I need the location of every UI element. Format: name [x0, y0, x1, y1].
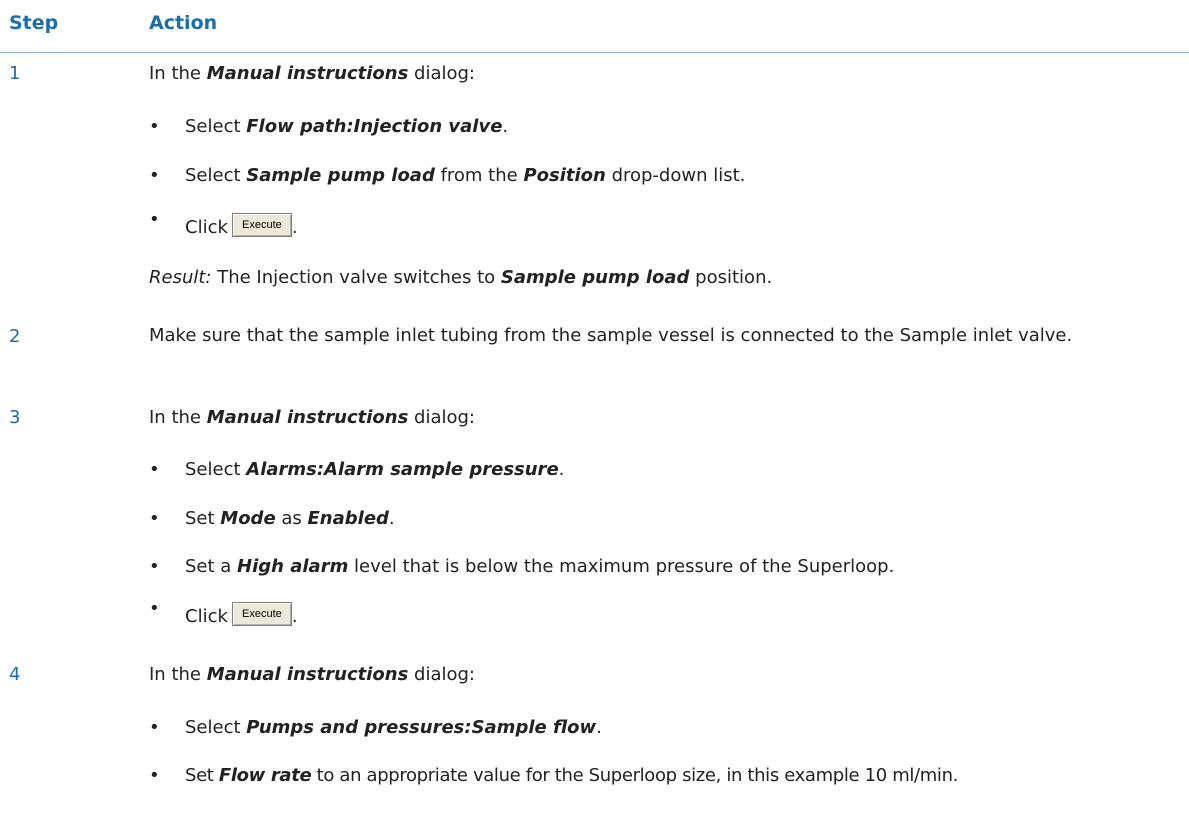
execute-button[interactable]: Execute [231, 602, 292, 626]
step-2-number: 2 [9, 326, 21, 347]
step-1-number: 1 [9, 63, 21, 84]
step-3-number: 3 [9, 407, 21, 428]
action-column-header: Action [149, 12, 218, 34]
step-1-result: Result: The Injection valve switches to … [149, 267, 773, 288]
table-header: Step Action [0, 0, 1189, 53]
step-4-intro: In the Manual instructions dialog: [149, 664, 475, 685]
step-3-intro: In the Manual instructions dialog: [149, 407, 475, 428]
step-2-text: Make sure that the sample inlet tubing f… [149, 325, 1073, 346]
step-4-number: 4 [9, 664, 21, 685]
step-column-header: Step [9, 12, 59, 34]
step-1-intro: In the Manual instructions dialog: [149, 63, 475, 84]
execute-button[interactable]: Execute [231, 213, 292, 237]
